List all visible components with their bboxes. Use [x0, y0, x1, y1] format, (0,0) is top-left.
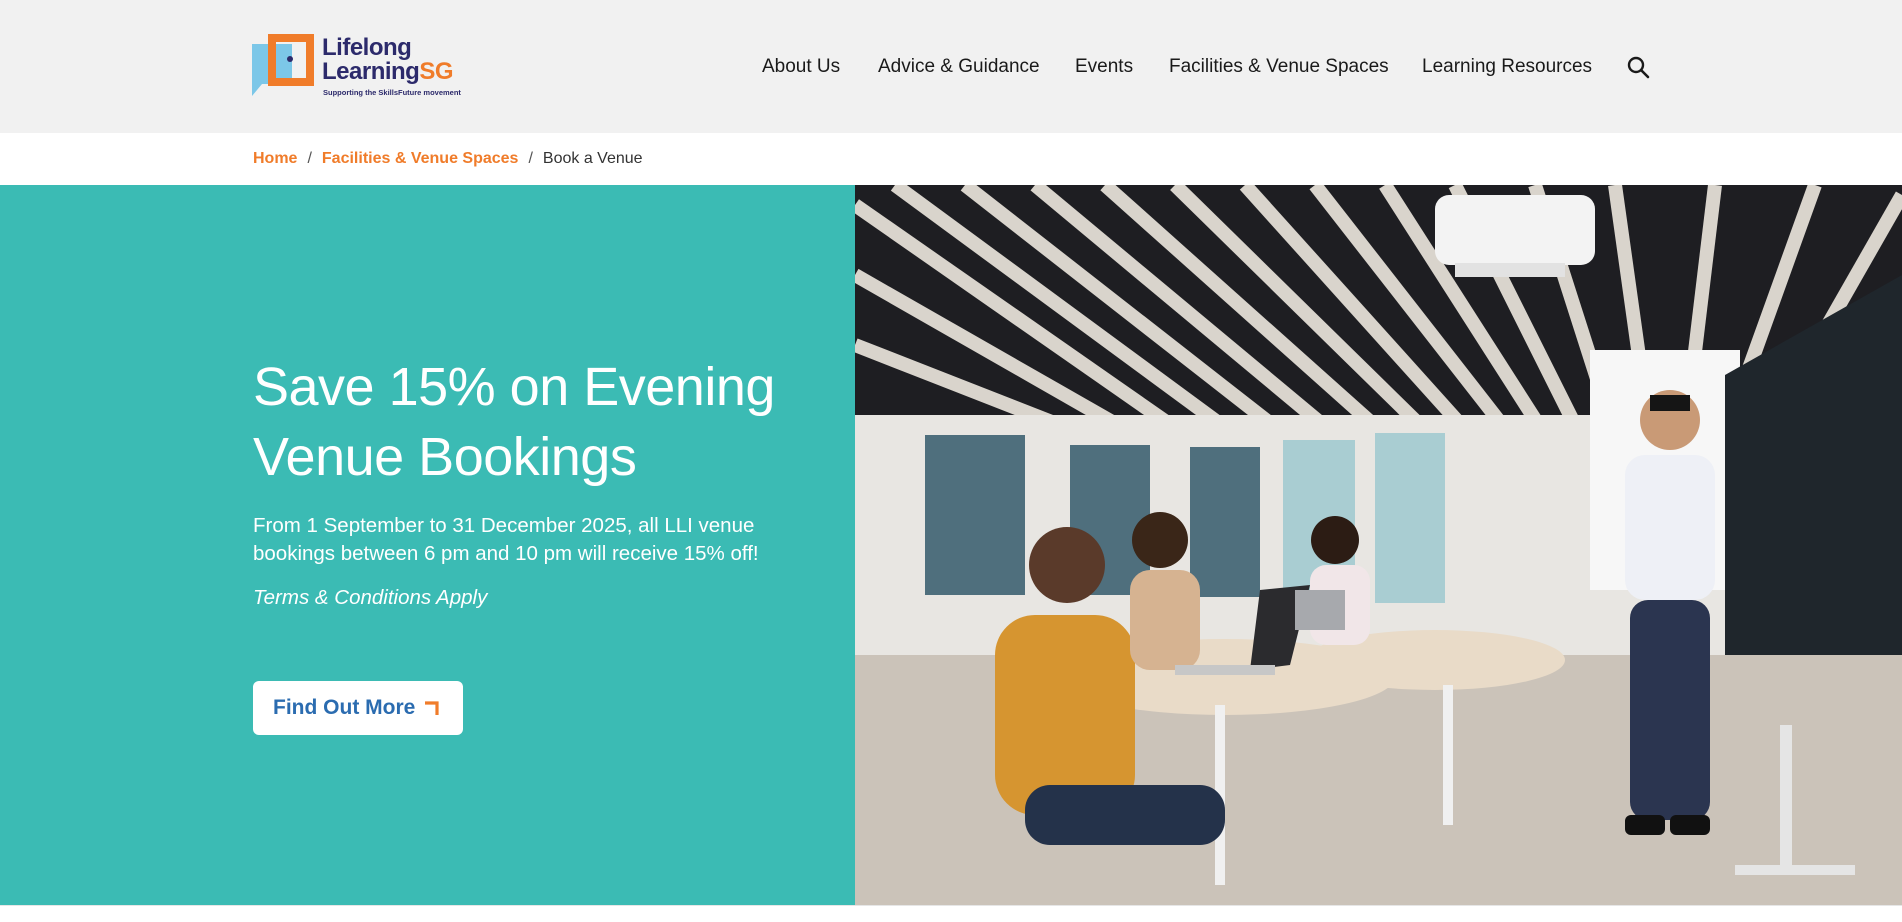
nav-item-facilities-venue-spaces[interactable]: Facilities & Venue Spaces	[1169, 54, 1389, 80]
venue-photo	[855, 185, 1902, 905]
hero-title: Save 15% on Evening Venue Bookings	[253, 357, 775, 487]
nav-item-learning-resources[interactable]: Learning Resources	[1422, 54, 1592, 80]
logo-text-learning: Learning	[322, 58, 420, 85]
breadcrumb-separator: /	[528, 150, 533, 167]
logo-icon	[252, 34, 314, 96]
breadcrumb-current: Book a Venue	[542, 150, 643, 167]
hero-text-panel: Save 15% on Evening Venue Bookings From …	[0, 185, 855, 905]
nav-item-about-us[interactable]: About Us	[762, 54, 840, 80]
find-out-more-button[interactable]: Find Out More	[253, 681, 463, 735]
hero-description: From 1 September to 31 December 2025, al…	[253, 514, 759, 565]
logo-text-line2: LearningSG	[322, 58, 454, 86]
search-icon[interactable]	[1626, 55, 1650, 79]
breadcrumb-facilities[interactable]: Facilities & Venue Spaces	[322, 150, 519, 167]
venue-photo-illustration	[855, 185, 1902, 905]
hero-banner: Save 15% on Evening Venue Bookings From …	[0, 185, 1902, 905]
logo-text-sg: SG	[419, 58, 454, 85]
nav-item-advice-guidance[interactable]: Advice & Guidance	[878, 54, 1040, 80]
corner-arrow-icon	[425, 701, 439, 715]
site-header: Lifelong LearningSG Supporting the Skill…	[0, 0, 1902, 133]
site-logo[interactable]: Lifelong LearningSG Supporting the Skill…	[252, 34, 462, 100]
page-bottom-edge	[0, 905, 1902, 922]
breadcrumb-separator: /	[307, 150, 312, 167]
find-out-more-label: Find Out More	[273, 696, 416, 719]
hero-terms[interactable]: Terms & Conditions Apply	[253, 584, 487, 612]
nav-item-events[interactable]: Events	[1075, 54, 1133, 80]
logo-tagline: Supporting the SkillsFuture movement	[323, 88, 461, 97]
breadcrumb: Home / Facilities & Venue Spaces / Book a Ve…	[253, 148, 643, 170]
breadcrumb-home[interactable]: Home	[253, 150, 297, 167]
